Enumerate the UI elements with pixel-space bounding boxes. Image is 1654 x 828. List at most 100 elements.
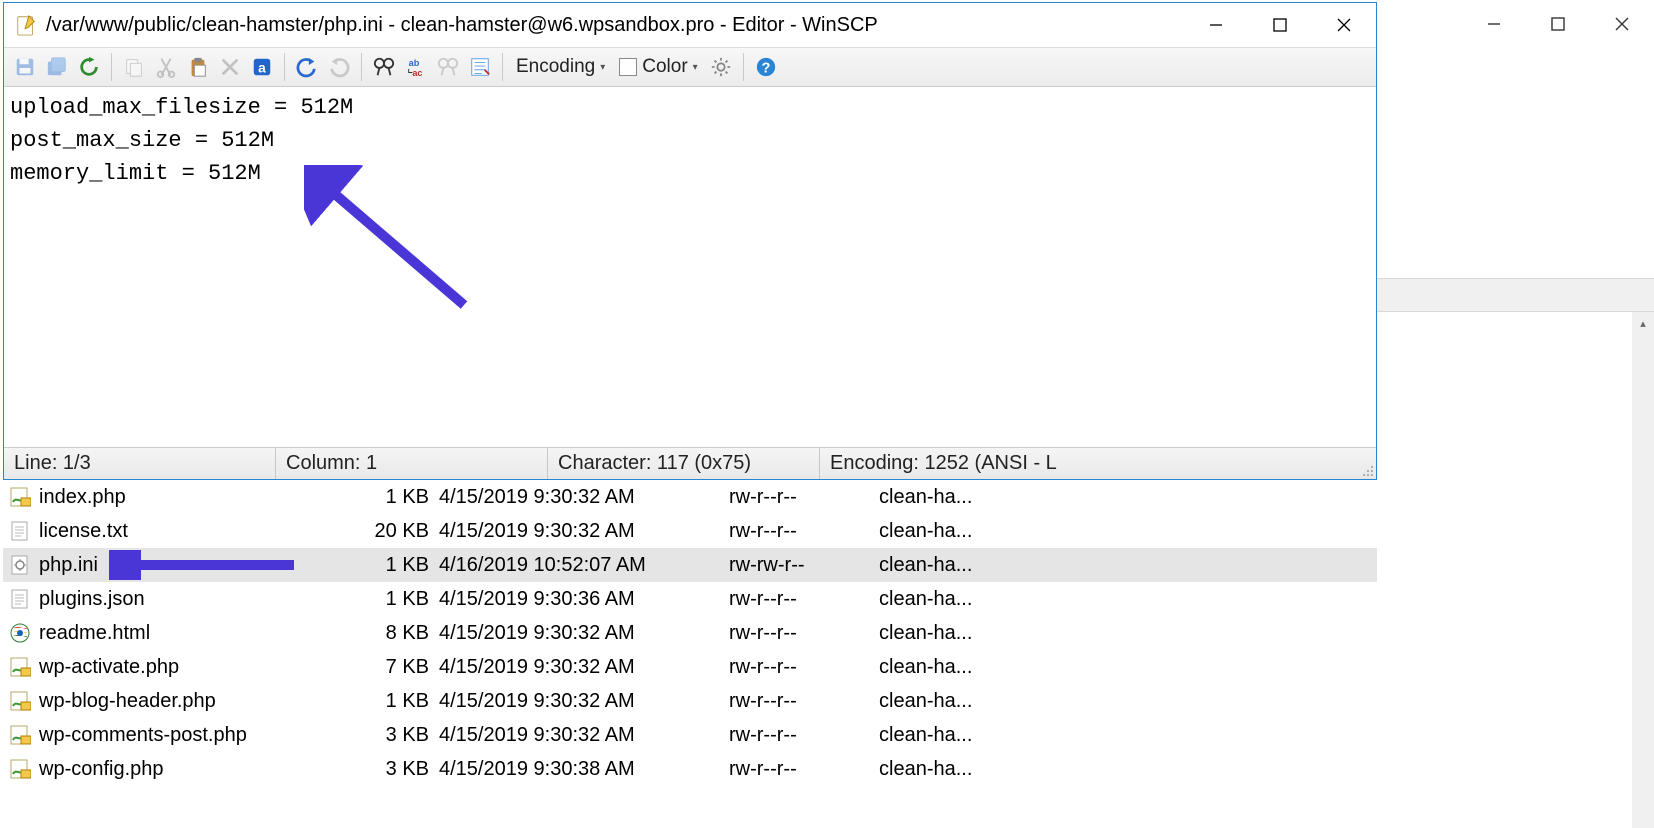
file-rights: rw-r--r--: [729, 758, 879, 781]
file-list[interactable]: index.php1 KB4/15/2019 9:30:32 AMrw-r--r…: [3, 480, 1377, 786]
file-name: plugins.json: [39, 588, 329, 611]
parent-window: [1364, 0, 1654, 828]
select-all-button[interactable]: a: [247, 52, 277, 82]
table-row[interactable]: wp-blog-header.php1 KB4/15/2019 9:30:32 …: [3, 684, 1377, 718]
goto-line-button[interactable]: [465, 52, 495, 82]
file-name: wp-config.php: [39, 758, 329, 781]
file-owner: clean-ha...: [879, 690, 1039, 713]
file-changed: 4/15/2019 9:30:38 AM: [439, 758, 729, 781]
table-row[interactable]: license.txt20 KB4/15/2019 9:30:32 AMrw-r…: [3, 514, 1377, 548]
svg-text:ac: ac: [412, 68, 422, 78]
reload-button[interactable]: [74, 52, 104, 82]
file-name: readme.html: [39, 622, 329, 645]
status-character: Character: 117 (0x75): [548, 448, 820, 479]
status-encoding: Encoding: 1252 (ANSI - L: [820, 448, 1356, 479]
editor-line: upload_max_filesize = 512M: [10, 95, 353, 120]
editor-window: /var/www/public/clean-hamster/php.ini - …: [3, 2, 1377, 480]
file-owner: clean-ha...: [879, 622, 1039, 645]
file-icon: [9, 520, 31, 542]
file-changed: 4/15/2019 9:30:36 AM: [439, 588, 729, 611]
editor-line: post_max_size = 512M: [10, 128, 274, 153]
close-button[interactable]: [1312, 5, 1376, 45]
parent-header-strip: [1375, 278, 1654, 312]
cut-button[interactable]: [151, 52, 181, 82]
color-swatch-icon: [619, 58, 637, 76]
titlebar[interactable]: /var/www/public/clean-hamster/php.ini - …: [4, 3, 1376, 47]
encoding-dropdown[interactable]: Encoding ▾: [510, 52, 611, 82]
save-button[interactable]: [10, 52, 40, 82]
file-icon: [9, 622, 31, 644]
save-all-button[interactable]: [42, 52, 72, 82]
annotation-arrow-icon: [109, 550, 299, 580]
file-size: 3 KB: [329, 724, 439, 747]
table-row[interactable]: wp-comments-post.php3 KB4/15/2019 9:30:3…: [3, 718, 1377, 752]
table-row[interactable]: index.php1 KB4/15/2019 9:30:32 AMrw-r--r…: [3, 480, 1377, 514]
undo-button[interactable]: [292, 52, 322, 82]
preferences-button[interactable]: [706, 52, 736, 82]
table-row[interactable]: php.ini1 KB4/16/2019 10:52:07 AMrw-rw-r-…: [3, 548, 1377, 582]
editor-line: memory_limit = 512M: [10, 161, 261, 186]
table-row[interactable]: plugins.json1 KB4/15/2019 9:30:36 AMrw-r…: [3, 582, 1377, 616]
resize-grip-icon[interactable]: [1356, 448, 1376, 479]
status-bar: Line: 1/3 Column: 1 Character: 117 (0x75…: [4, 447, 1376, 479]
table-row[interactable]: wp-config.php3 KB4/15/2019 9:30:38 AMrw-…: [3, 752, 1377, 786]
file-size: 1 KB: [329, 486, 439, 509]
file-icon: [9, 758, 31, 780]
encoding-label: Encoding: [516, 56, 595, 78]
table-row[interactable]: wp-activate.php7 KB4/15/2019 9:30:32 AMr…: [3, 650, 1377, 684]
annotation-arrow-icon: [304, 165, 484, 315]
paste-button[interactable]: [183, 52, 213, 82]
bg-maximize-button[interactable]: [1526, 3, 1590, 45]
svg-text:?: ?: [761, 61, 770, 77]
minimize-button[interactable]: [1184, 5, 1248, 45]
file-size: 7 KB: [329, 656, 439, 679]
file-changed: 4/15/2019 9:30:32 AM: [439, 520, 729, 543]
find-button[interactable]: [369, 52, 399, 82]
replace-button[interactable]: abac: [401, 52, 431, 82]
file-size: 1 KB: [329, 690, 439, 713]
delete-button[interactable]: [215, 52, 245, 82]
file-changed: 4/15/2019 9:30:32 AM: [439, 486, 729, 509]
file-size: 1 KB: [329, 588, 439, 611]
help-button[interactable]: ?: [751, 52, 781, 82]
file-size: 20 KB: [329, 520, 439, 543]
file-rights: rw-rw-r--: [729, 554, 879, 577]
bg-close-button[interactable]: [1590, 3, 1654, 45]
file-owner: clean-ha...: [879, 520, 1039, 543]
file-name: index.php: [39, 486, 329, 509]
file-rights: rw-r--r--: [729, 622, 879, 645]
chevron-down-icon: ▾: [600, 62, 605, 73]
parent-scrollbar[interactable]: ▴: [1632, 312, 1654, 828]
table-row[interactable]: readme.html8 KB4/15/2019 9:30:32 AMrw-r-…: [3, 616, 1377, 650]
color-dropdown[interactable]: Color ▾: [613, 52, 703, 82]
file-rights: rw-r--r--: [729, 486, 879, 509]
file-changed: 4/15/2019 9:30:32 AM: [439, 690, 729, 713]
file-owner: clean-ha...: [879, 486, 1039, 509]
app-icon: [14, 13, 38, 37]
status-line: Line: 1/3: [4, 448, 276, 479]
color-label: Color: [642, 56, 687, 78]
file-rights: rw-r--r--: [729, 724, 879, 747]
file-rights: rw-r--r--: [729, 656, 879, 679]
maximize-button[interactable]: [1248, 5, 1312, 45]
file-icon: [9, 724, 31, 746]
find-next-button[interactable]: [433, 52, 463, 82]
copy-button[interactable]: [119, 52, 149, 82]
file-name: wp-activate.php: [39, 656, 329, 679]
scroll-up-icon[interactable]: ▴: [1632, 312, 1654, 334]
file-rights: rw-r--r--: [729, 690, 879, 713]
file-changed: 4/15/2019 9:30:32 AM: [439, 656, 729, 679]
file-size: 1 KB: [329, 554, 439, 577]
editor-text-area[interactable]: upload_max_filesize = 512M post_max_size…: [4, 87, 1376, 447]
file-icon: [9, 486, 31, 508]
bg-minimize-button[interactable]: [1462, 3, 1526, 45]
chevron-down-icon: ▾: [693, 62, 698, 73]
file-icon: [9, 690, 31, 712]
svg-text:a: a: [258, 61, 266, 76]
status-column: Column: 1: [276, 448, 548, 479]
redo-button[interactable]: [324, 52, 354, 82]
file-owner: clean-ha...: [879, 554, 1039, 577]
window-title: /var/www/public/clean-hamster/php.ini - …: [46, 14, 1184, 37]
file-name: wp-blog-header.php: [39, 690, 329, 713]
file-icon: [9, 588, 31, 610]
